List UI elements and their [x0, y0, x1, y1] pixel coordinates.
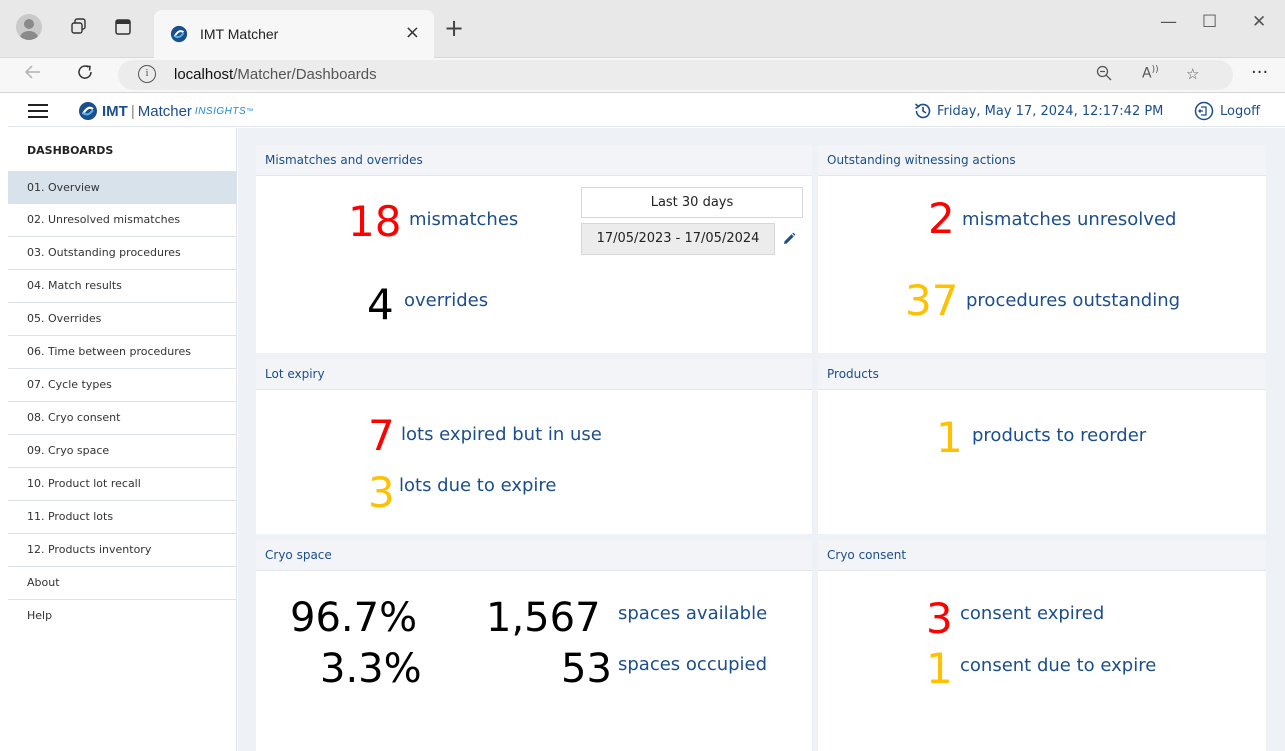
datetime-display: Friday, May 17, 2024, 12:17:42 PM: [913, 101, 1163, 121]
sidebar-nav: 01. Overview 02. Unresolved mismatches 0…: [8, 171, 237, 633]
logo-separator: |: [130, 102, 135, 120]
date-range-field[interactable]: 17/05/2023 - 17/05/2024: [581, 223, 775, 255]
card-cryo-consent: Cryo consent 3 consent expired 1 consent…: [818, 540, 1266, 751]
maximize-button[interactable]: ☐: [1202, 12, 1217, 32]
close-window-button[interactable]: ✕: [1252, 12, 1266, 32]
card-title: Cryo consent: [818, 540, 1266, 571]
sidebar-item-products-inventory[interactable]: 12. Products inventory: [8, 534, 237, 567]
card-title: Products: [818, 359, 1266, 390]
sidebar-item-time-between-procedures[interactable]: 06. Time between procedures: [8, 336, 237, 369]
imt-matcher-logo[interactable]: IMT | Matcher INSIGHTS ™: [78, 99, 253, 123]
sidebar-item-product-lots[interactable]: 11. Product lots: [8, 501, 237, 534]
history-clock-icon: [914, 103, 931, 119]
override-count[interactable]: 4: [367, 284, 394, 326]
override-label[interactable]: overrides: [404, 290, 488, 311]
address-bar-row: i localhost/Matcher/Dashboards A)) ☆ ···: [0, 58, 1285, 93]
mismatch-label[interactable]: mismatches: [409, 209, 518, 230]
logo-tm: ™: [246, 107, 254, 115]
card-title: Cryo space: [256, 540, 812, 571]
card-title: Lot expiry: [256, 359, 812, 390]
sidebar-heading: DASHBOARDS: [27, 144, 114, 157]
url-field[interactable]: i localhost/Matcher/Dashboards A)) ☆: [118, 60, 1233, 90]
products-reorder-label[interactable]: products to reorder: [972, 425, 1146, 446]
hamburger-menu-icon[interactable]: [28, 104, 48, 118]
browser-titlebar: IMT Matcher × + — ☐ ✕: [0, 0, 1285, 58]
refresh-button[interactable]: [76, 63, 94, 86]
imt-favicon-icon: [170, 25, 188, 47]
consent-due-count[interactable]: 1: [926, 648, 953, 690]
spaces-available-count[interactable]: 1,567: [486, 598, 601, 638]
tab-close-button[interactable]: ×: [405, 22, 420, 43]
spaces-available-percent[interactable]: 96.7%: [290, 598, 417, 638]
sidebar-item-outstanding-procedures[interactable]: 03. Outstanding procedures: [8, 237, 237, 270]
lots-due-label[interactable]: lots due to expire: [399, 475, 557, 496]
back-button[interactable]: [24, 63, 42, 86]
card-title: Outstanding witnessing actions: [818, 145, 1266, 176]
sidebar-item-about[interactable]: About: [8, 567, 237, 600]
logoff-icon: [1194, 101, 1214, 121]
logo-insights-text: INSIGHTS: [194, 105, 247, 117]
site-info-icon[interactable]: i: [138, 65, 156, 83]
new-tab-button[interactable]: +: [444, 16, 464, 40]
unresolved-label[interactable]: mismatches unresolved: [962, 209, 1176, 230]
consent-expired-count[interactable]: 3: [926, 598, 953, 640]
sidebar-item-overview[interactable]: 01. Overview: [8, 171, 237, 204]
imt-logo-mark-icon: [79, 102, 97, 120]
sidebar-item-match-results[interactable]: 04. Match results: [8, 270, 237, 303]
minimize-button[interactable]: —: [1160, 12, 1177, 32]
more-menu-icon[interactable]: ···: [1251, 62, 1268, 83]
card-outstanding-witnessing: Outstanding witnessing actions 2 mismatc…: [818, 145, 1266, 353]
datetime-text: Friday, May 17, 2024, 12:17:42 PM: [937, 103, 1164, 119]
card-mismatches-overrides: Mismatches and overrides 18 mismatches 4…: [256, 145, 812, 353]
outstanding-label[interactable]: procedures outstanding: [966, 290, 1180, 311]
sidebar-item-cryo-space[interactable]: 09. Cryo space: [8, 435, 237, 468]
logo-imt-text: IMT: [102, 102, 128, 120]
app-header: IMT | Matcher INSIGHTS ™ Friday, May 17,…: [8, 94, 1285, 127]
logoff-button[interactable]: Logoff: [1194, 101, 1260, 121]
sidebar-item-overrides[interactable]: 05. Overrides: [8, 303, 237, 336]
url-text: localhost/Matcher/Dashboards: [174, 66, 377, 83]
sidebar-item-unresolved-mismatches[interactable]: 02. Unresolved mismatches: [8, 204, 237, 237]
outstanding-count[interactable]: 37: [905, 280, 958, 322]
sidebar-item-cycle-types[interactable]: 07. Cycle types: [8, 369, 237, 402]
zoom-icon[interactable]: [1096, 65, 1112, 85]
unresolved-count[interactable]: 2: [928, 198, 955, 240]
sidebar: DASHBOARDS 01. Overview 02. Unresolved m…: [8, 128, 237, 751]
spaces-occupied-percent[interactable]: 3.3%: [320, 649, 422, 689]
lots-expired-count[interactable]: 7: [368, 415, 395, 457]
sidebar-item-help[interactable]: Help: [8, 600, 237, 633]
browser-tab-active[interactable]: IMT Matcher ×: [154, 10, 434, 58]
logoff-label: Logoff: [1220, 103, 1261, 119]
workspaces-icon[interactable]: [68, 16, 90, 38]
spaces-occupied-count[interactable]: 53: [561, 649, 612, 689]
edit-date-range-button[interactable]: [775, 223, 803, 255]
date-range-preset-button[interactable]: Last 30 days: [581, 187, 803, 218]
card-lot-expiry: Lot expiry 7 lots expired but in use 3 l…: [256, 359, 812, 534]
logo-matcher-text: Matcher: [137, 102, 192, 120]
favorite-star-icon[interactable]: ☆: [1186, 65, 1199, 83]
spaces-occupied-label[interactable]: spaces occupied: [618, 654, 767, 675]
consent-due-label[interactable]: consent due to expire: [960, 655, 1156, 676]
spaces-available-label[interactable]: spaces available: [618, 603, 767, 624]
tab-actions-icon[interactable]: [112, 16, 134, 38]
card-cryo-space: Cryo space 96.7% 1,567 spaces available …: [256, 540, 812, 751]
products-reorder-count[interactable]: 1: [936, 417, 963, 459]
lots-expired-label[interactable]: lots expired but in use: [401, 424, 602, 445]
mismatch-count[interactable]: 18: [348, 201, 401, 243]
lots-due-count[interactable]: 3: [368, 472, 395, 514]
card-title: Mismatches and overrides: [256, 145, 812, 176]
consent-expired-label[interactable]: consent expired: [960, 603, 1104, 624]
sidebar-item-cryo-consent[interactable]: 08. Cryo consent: [8, 402, 237, 435]
pencil-icon: [784, 232, 796, 244]
dashboard-main: Mismatches and overrides 18 mismatches 4…: [238, 128, 1285, 751]
tab-title: IMT Matcher: [200, 26, 279, 42]
sidebar-item-product-lot-recall[interactable]: 10. Product lot recall: [8, 468, 237, 501]
read-aloud-icon[interactable]: A)): [1142, 65, 1159, 82]
card-products: Products 1 products to reorder: [818, 359, 1266, 534]
profile-avatar-icon[interactable]: [16, 14, 42, 40]
